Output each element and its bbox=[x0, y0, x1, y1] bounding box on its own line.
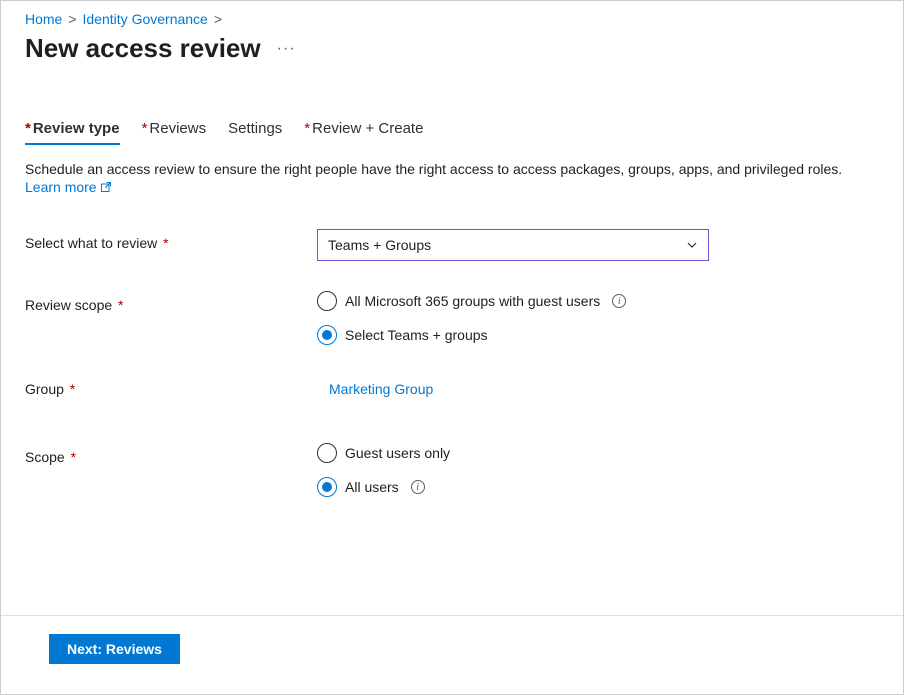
info-icon[interactable]: i bbox=[411, 480, 425, 494]
radio-icon bbox=[317, 325, 337, 345]
label-select-what: Select what to review * bbox=[25, 229, 317, 251]
scope-radio-group: Guest users only All users i bbox=[317, 443, 879, 497]
radio-icon bbox=[317, 477, 337, 497]
page-title-row: New access review ··· bbox=[25, 33, 879, 64]
row-scope: Scope * Guest users only All users i bbox=[25, 443, 879, 497]
chevron-down-icon bbox=[686, 239, 698, 251]
page-title: New access review bbox=[25, 33, 261, 64]
tab-review-create[interactable]: *Review + Create bbox=[304, 120, 423, 143]
footer: Next: Reviews bbox=[1, 615, 903, 694]
chevron-right-icon: > bbox=[68, 11, 76, 27]
tab-reviews[interactable]: *Reviews bbox=[142, 120, 207, 143]
label-review-scope: Review scope * bbox=[25, 291, 317, 313]
radio-label: Select Teams + groups bbox=[345, 327, 488, 343]
select-what-value: Teams + Groups bbox=[328, 237, 431, 253]
info-icon[interactable]: i bbox=[612, 294, 626, 308]
intro-text: Schedule an access review to ensure the … bbox=[25, 161, 879, 177]
tab-settings[interactable]: Settings bbox=[228, 120, 282, 143]
chevron-right-icon: > bbox=[214, 11, 222, 27]
learn-more-link[interactable]: Learn more bbox=[25, 179, 112, 195]
radio-all-m365-groups[interactable]: All Microsoft 365 groups with guest user… bbox=[317, 291, 879, 311]
review-scope-radio-group: All Microsoft 365 groups with guest user… bbox=[317, 291, 879, 345]
breadcrumb-home[interactable]: Home bbox=[25, 11, 62, 27]
row-group: Group * Marketing Group bbox=[25, 375, 879, 397]
external-link-icon bbox=[100, 181, 112, 193]
radio-guest-users-only[interactable]: Guest users only bbox=[317, 443, 879, 463]
tab-review-type[interactable]: *Review type bbox=[25, 120, 120, 143]
tabs: *Review type *Reviews Settings *Review +… bbox=[25, 120, 879, 143]
radio-label: All users bbox=[345, 479, 399, 495]
row-review-scope: Review scope * All Microsoft 365 groups … bbox=[25, 291, 879, 345]
radio-all-users[interactable]: All users i bbox=[317, 477, 879, 497]
radio-label: Guest users only bbox=[345, 445, 450, 461]
group-link[interactable]: Marketing Group bbox=[317, 375, 433, 397]
breadcrumb: Home > Identity Governance > bbox=[25, 11, 879, 27]
radio-icon bbox=[317, 291, 337, 311]
radio-select-teams-groups[interactable]: Select Teams + groups bbox=[317, 325, 879, 345]
next-reviews-button[interactable]: Next: Reviews bbox=[49, 634, 180, 664]
label-scope: Scope * bbox=[25, 443, 317, 465]
row-select-what: Select what to review * Teams + Groups bbox=[25, 229, 879, 261]
more-actions-icon[interactable]: ··· bbox=[277, 40, 296, 58]
radio-label: All Microsoft 365 groups with guest user… bbox=[345, 293, 600, 309]
breadcrumb-identity-governance[interactable]: Identity Governance bbox=[83, 11, 208, 27]
label-group: Group * bbox=[25, 375, 317, 397]
select-what-dropdown[interactable]: Teams + Groups bbox=[317, 229, 709, 261]
radio-icon bbox=[317, 443, 337, 463]
